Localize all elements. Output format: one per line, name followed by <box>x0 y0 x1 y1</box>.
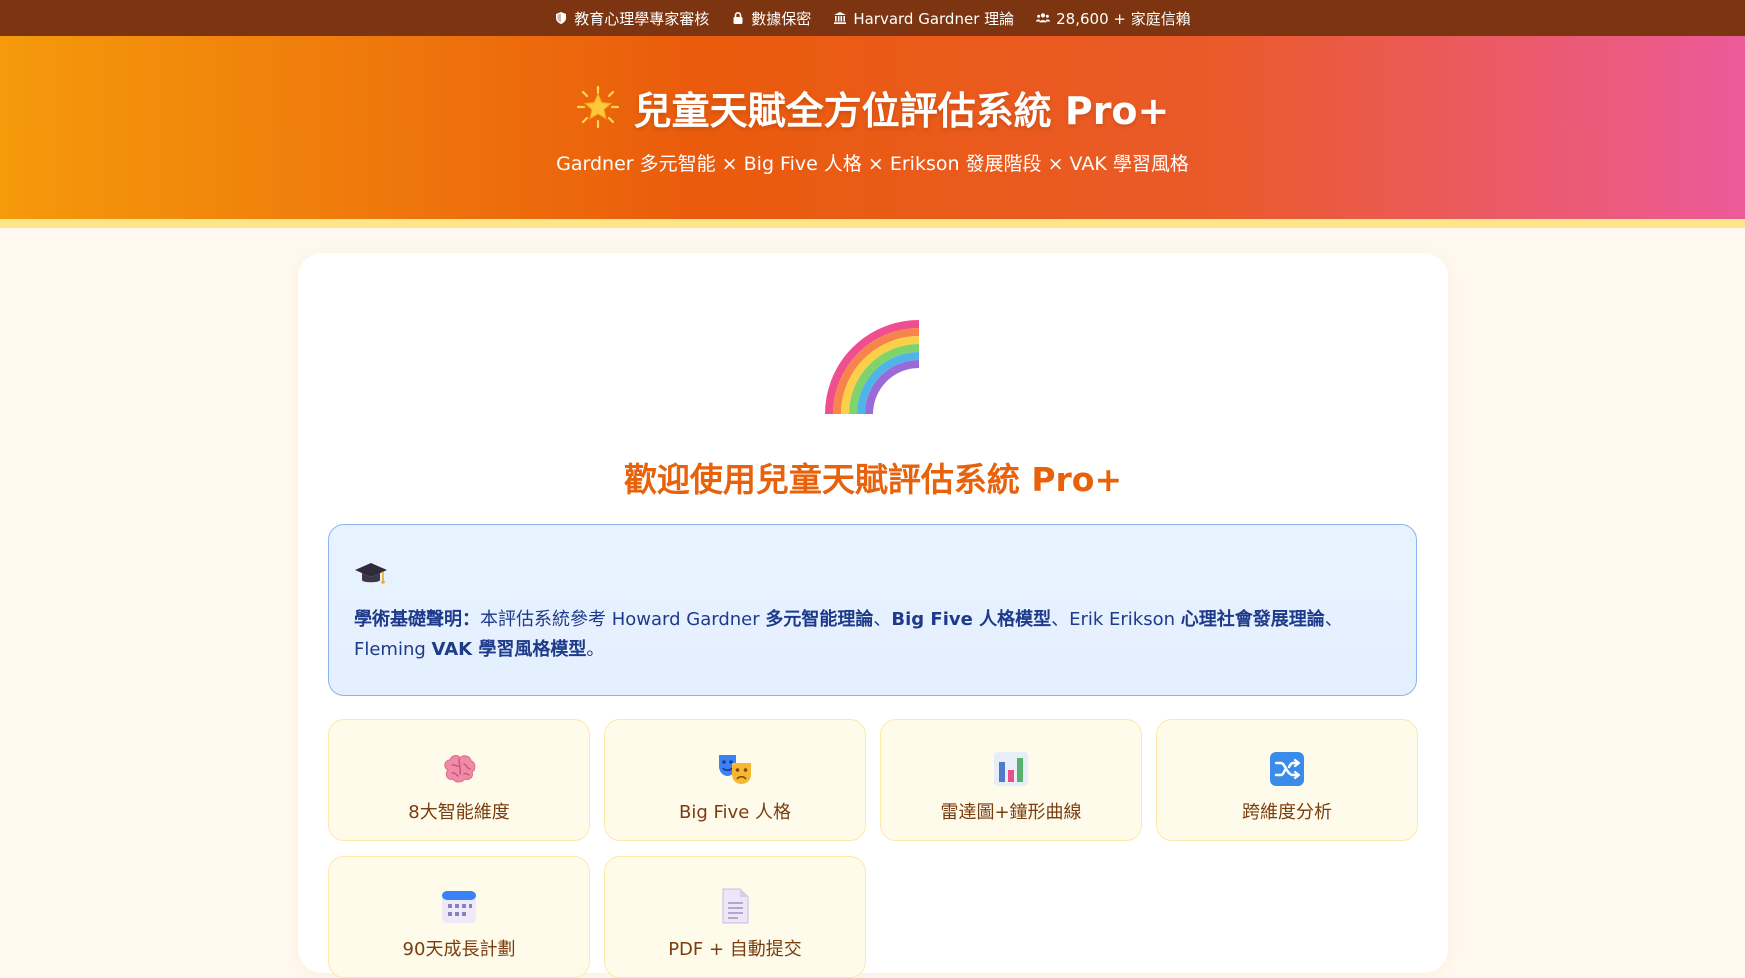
trust-item-label: 數據保密 <box>751 9 812 28</box>
brain-icon <box>444 755 476 783</box>
feature-label: PDF + 自動提交 <box>668 939 802 960</box>
glowing-star-icon <box>576 85 619 129</box>
rainbow-icon <box>825 320 920 415</box>
hero-divider <box>0 219 1745 228</box>
shield-icon <box>556 12 567 24</box>
page-title-text: 兒童天賦全方位評估系統 Pro+ <box>633 88 1170 133</box>
notice-term: 心理社會發展理論 <box>1180 609 1325 630</box>
trust-item-expert: 教育心理學專家審核 <box>554 8 709 29</box>
welcome-heading: 歡迎使用兒童天賦評估系統 Pro+ <box>623 460 1123 499</box>
welcome-card: 歡迎使用兒童天賦評估系統 Pro+ 學術基礎聲明：本評估系統參考 Howard … <box>298 253 1448 978</box>
theater-masks-icon <box>719 755 751 784</box>
lock-icon <box>733 12 743 24</box>
feature-label: Big Five 人格 <box>679 802 791 823</box>
academic-notice: 學術基礎聲明：本評估系統參考 Howard Gardner 多元智能理論、Big… <box>328 524 1417 696</box>
trust-item-label: Harvard Gardner 理論 <box>853 9 1015 28</box>
university-icon <box>834 12 847 24</box>
trust-item-families: 28,600 + 家庭信賴 <box>1036 8 1191 29</box>
notice-text-part: 、 <box>873 609 892 630</box>
feature-card-intelligence: 8大智能維度 <box>328 719 590 841</box>
trust-bar: 教育心理學專家審核 數據保密 Harvard Gardner 理論 28,600… <box>0 0 1745 36</box>
feature-label: 跨維度分析 <box>1242 802 1332 823</box>
hero-banner: 兒童天賦全方位評估系統 Pro+ Gardner 多元智能 × Big Five… <box>0 36 1745 219</box>
feature-label: 雷達圖+鐘形曲線 <box>940 802 1082 823</box>
notice-text-part: 、Erik Erikson <box>1051 609 1181 630</box>
feature-label: 90天成長計劃 <box>402 939 516 960</box>
feature-card-charts: 雷達圖+鐘形曲線 <box>880 719 1142 841</box>
notice-text: 學術基礎聲明：本評估系統參考 Howard Gardner 多元智能理論、Big… <box>354 605 1391 665</box>
feature-card-pdf-export: PDF + 自動提交 <box>604 856 866 978</box>
notice-text-part: 本評估系統參考 Howard Gardner <box>480 609 766 630</box>
shuffle-icon <box>1270 752 1304 786</box>
page-title: 兒童天賦全方位評估系統 Pro+ <box>576 80 1170 135</box>
feature-card-cross-analysis: 跨維度分析 <box>1156 719 1418 841</box>
trust-item-label: 28,600 + 家庭信賴 <box>1056 9 1191 28</box>
notice-term: Big Five 人格模型 <box>891 609 1052 630</box>
notice-term: 多元智能理論 <box>765 609 874 630</box>
graduation-cap-icon <box>355 563 387 584</box>
feature-card-personality: Big Five 人格 <box>604 719 866 841</box>
trust-item-theory: Harvard Gardner 理論 <box>833 8 1014 29</box>
bar-chart-icon <box>994 752 1028 786</box>
notice-term: VAK 學習風格模型 <box>431 639 587 660</box>
calendar-icon <box>442 891 476 923</box>
document-icon <box>722 888 749 924</box>
notice-text-part: 。 <box>586 639 605 660</box>
trust-item-label: 教育心理學專家審核 <box>574 9 710 28</box>
users-icon <box>1036 13 1051 23</box>
feature-label: 8大智能維度 <box>408 802 510 823</box>
page-subtitle: Gardner 多元智能 × Big Five 人格 × Erikson 發展階… <box>556 152 1189 175</box>
feature-card-growth-plan: 90天成長計劃 <box>328 856 590 978</box>
notice-label: 學術基礎聲明： <box>354 609 480 630</box>
trust-item-privacy: 數據保密 <box>731 8 811 29</box>
